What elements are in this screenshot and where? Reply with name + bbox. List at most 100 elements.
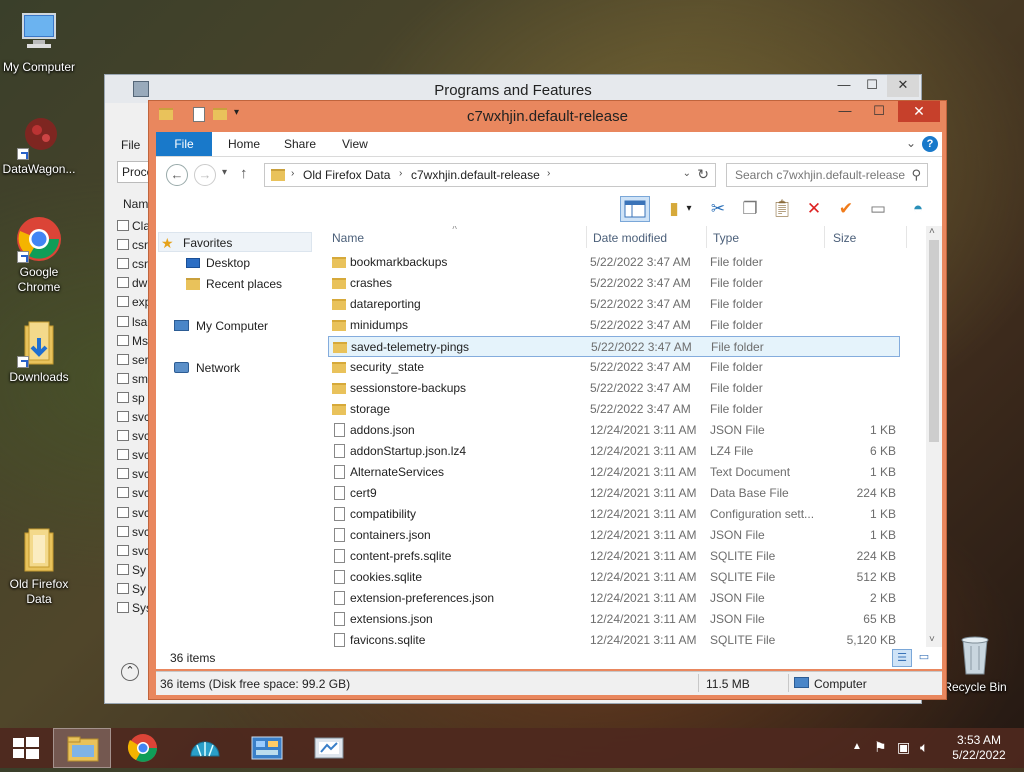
copy-icon[interactable]: ❐	[736, 196, 764, 222]
column-separator[interactable]	[706, 226, 707, 248]
file-row[interactable]: extensions.json 12/24/2021 3:11 AM JSON Fi…	[328, 609, 900, 630]
column-header-date[interactable]: Date modified	[593, 228, 667, 248]
file-row[interactable]: compatibility 12/24/2021 3:11 AM Configura…	[328, 504, 900, 525]
nav-network[interactable]: Network	[174, 358, 240, 378]
scroll-up-icon[interactable]: ˄	[929, 226, 935, 237]
breadcrumb-current-folder[interactable]: c7wxhjin.default-release	[411, 168, 540, 182]
desktop-icon-old-firefox-data[interactable]: Old Firefox Data	[0, 527, 81, 607]
program-list-item[interactable]: csr	[117, 255, 148, 273]
vertical-scrollbar[interactable]: ˄ ˅	[926, 226, 942, 650]
explorer-window[interactable]: ▾ c7wxhjin.default-release — ☐ ✕ File Ho…	[148, 100, 947, 700]
file-row[interactable]: sessionstore-backups 5/22/2022 3:47 AM Fil…	[328, 378, 900, 399]
nav-recent-places[interactable]: Recent places	[186, 274, 282, 294]
show-hidden-icons-icon[interactable]: ▲	[852, 741, 862, 752]
scroll-down-icon[interactable]: ˅	[929, 634, 935, 645]
taskbar-file-explorer[interactable]	[53, 728, 111, 768]
start-button[interactable]	[0, 728, 50, 768]
file-row[interactable]: containers.json 12/24/2021 3:11 AM JSON Fi…	[328, 525, 900, 546]
column-header-name[interactable]: Name	[332, 228, 364, 248]
breadcrumb-old-firefox-data[interactable]: Old Firefox Data	[303, 168, 390, 182]
tab-home[interactable]: Home	[218, 132, 270, 156]
search-icon[interactable]: ⚲	[911, 167, 921, 183]
properties-icon[interactable]: ▭	[864, 196, 892, 222]
program-list-item[interactable]: exp	[117, 293, 149, 311]
program-list-item[interactable]: svc	[117, 408, 149, 426]
maximize-button[interactable]: ☐	[857, 75, 887, 97]
program-list-item[interactable]: sp	[117, 389, 145, 407]
up-button[interactable]: ↑	[240, 165, 248, 182]
forward-button[interactable]: →	[194, 164, 216, 186]
name-column-header[interactable]: Nam	[123, 197, 148, 211]
title-bar[interactable]: ▾ c7wxhjin.default-release — ☐ ✕	[149, 101, 946, 131]
file-row[interactable]: cert9 12/24/2021 3:11 AM Data Base File 224…	[328, 483, 900, 504]
maximize-button[interactable]: ☐	[864, 101, 894, 123]
search-box[interactable]: Search c7wxhjin.default-release ⚲	[726, 163, 928, 187]
taskbar-chrome[interactable]	[114, 728, 172, 768]
tab-view[interactable]: View	[332, 132, 378, 156]
search-input[interactable]: Search c7wxhjin.default-release	[735, 168, 905, 182]
program-list-item[interactable]: Sys	[117, 599, 149, 617]
rename-checkmark-icon[interactable]: ✔	[832, 196, 860, 222]
file-row[interactable]: content-prefs.sqlite 12/24/2021 3:11 AM SQ…	[328, 546, 900, 567]
program-list-item[interactable]: svc	[117, 484, 149, 502]
breadcrumb-separator-icon[interactable]: ›	[547, 168, 550, 179]
close-button[interactable]: ✕	[898, 101, 940, 122]
back-button[interactable]: ←	[166, 164, 188, 186]
desktop-icon-downloads[interactable]: Downloads	[0, 320, 81, 385]
column-header-type[interactable]: Type	[713, 228, 739, 248]
file-row[interactable]: AlternateServices 12/24/2021 3:11 AM Text …	[328, 462, 900, 483]
volume-muted-icon[interactable]: 🔈︎	[920, 739, 928, 756]
program-list-item[interactable]: svc	[117, 446, 149, 464]
minimize-button[interactable]: —	[830, 101, 860, 123]
recent-locations-dropdown-icon[interactable]: ▾	[222, 167, 227, 178]
clock[interactable]: 3:53 AM 5/22/2022	[946, 733, 1012, 763]
file-row[interactable]: addonStartup.json.lz4 12/24/2021 3:11 AM L…	[328, 441, 900, 462]
taskbar-shell-app[interactable]	[176, 728, 234, 768]
help-icon[interactable]: ?	[922, 136, 938, 152]
file-row[interactable]: extension-preferences.json 12/24/2021 3:1…	[328, 588, 900, 609]
refresh-icon[interactable]: ↻	[697, 166, 709, 183]
program-list-item[interactable]: svc	[117, 427, 149, 445]
scroll-thumb[interactable]	[929, 240, 939, 442]
breadcrumb-separator-icon[interactable]: ›	[291, 168, 294, 179]
program-list-item[interactable]: svc	[117, 465, 149, 483]
tab-file[interactable]: File	[156, 132, 212, 156]
cut-icon[interactable]: ✂	[704, 196, 732, 222]
file-row[interactable]: datareporting 5/22/2022 3:47 AM File folde…	[328, 294, 900, 315]
minimize-button[interactable]: —	[829, 75, 859, 97]
file-row[interactable]: storage 5/22/2022 3:47 AM File folder	[328, 399, 900, 420]
program-list-item[interactable]: Ms	[117, 332, 148, 350]
action-center-flag-icon[interactable]: ⚑	[874, 739, 887, 756]
column-separator[interactable]	[824, 226, 825, 248]
program-list-item[interactable]: svc	[117, 504, 149, 522]
program-list-item[interactable]: Cla	[117, 217, 149, 235]
file-row[interactable]: bookmarkbackups 5/22/2022 3:47 AM File fol…	[328, 252, 900, 273]
program-list-item[interactable]: dw	[117, 274, 147, 292]
address-dropdown-icon[interactable]: ⌄	[683, 168, 691, 179]
paste-icon[interactable]: 📋︎	[768, 196, 796, 222]
expand-ribbon-icon[interactable]: ⌄	[906, 136, 916, 150]
file-row[interactable]: security_state 5/22/2022 3:47 AM File fold…	[328, 357, 900, 378]
delete-icon[interactable]: ✕	[800, 196, 828, 222]
program-list-item[interactable]: ser	[117, 351, 149, 369]
large-icons-view-button[interactable]: ▭	[914, 649, 934, 667]
program-list-item[interactable]: lsa	[117, 313, 147, 331]
file-row[interactable]: saved-telemetry-pings 5/22/2022 3:47 AM Fi…	[328, 336, 900, 357]
program-list-item[interactable]: csr	[117, 236, 148, 254]
nav-desktop[interactable]: Desktop	[186, 253, 250, 273]
menu-file[interactable]: File	[121, 138, 140, 152]
desktop-icon-my-computer[interactable]: My Computer	[0, 10, 81, 75]
column-separator[interactable]	[586, 226, 587, 248]
desktop-icon-google-chrome[interactable]: Google Chrome	[0, 215, 81, 295]
program-list-item[interactable]: Sy	[117, 580, 146, 598]
program-list-item[interactable]: Sy	[117, 561, 146, 579]
preview-pane-button[interactable]	[620, 196, 650, 222]
taskbar-programs-and-features[interactable]	[300, 728, 358, 768]
breadcrumb-separator-icon[interactable]: ›	[399, 168, 402, 179]
close-button[interactable]: ✕	[887, 75, 919, 97]
shell-icon[interactable]: ◓	[904, 196, 932, 222]
column-header-size[interactable]: Size	[833, 228, 856, 248]
collapse-details-button[interactable]: ⌃	[121, 663, 139, 681]
nav-favorites[interactable]: ★ Favorites	[158, 232, 312, 252]
column-separator[interactable]	[906, 226, 907, 248]
